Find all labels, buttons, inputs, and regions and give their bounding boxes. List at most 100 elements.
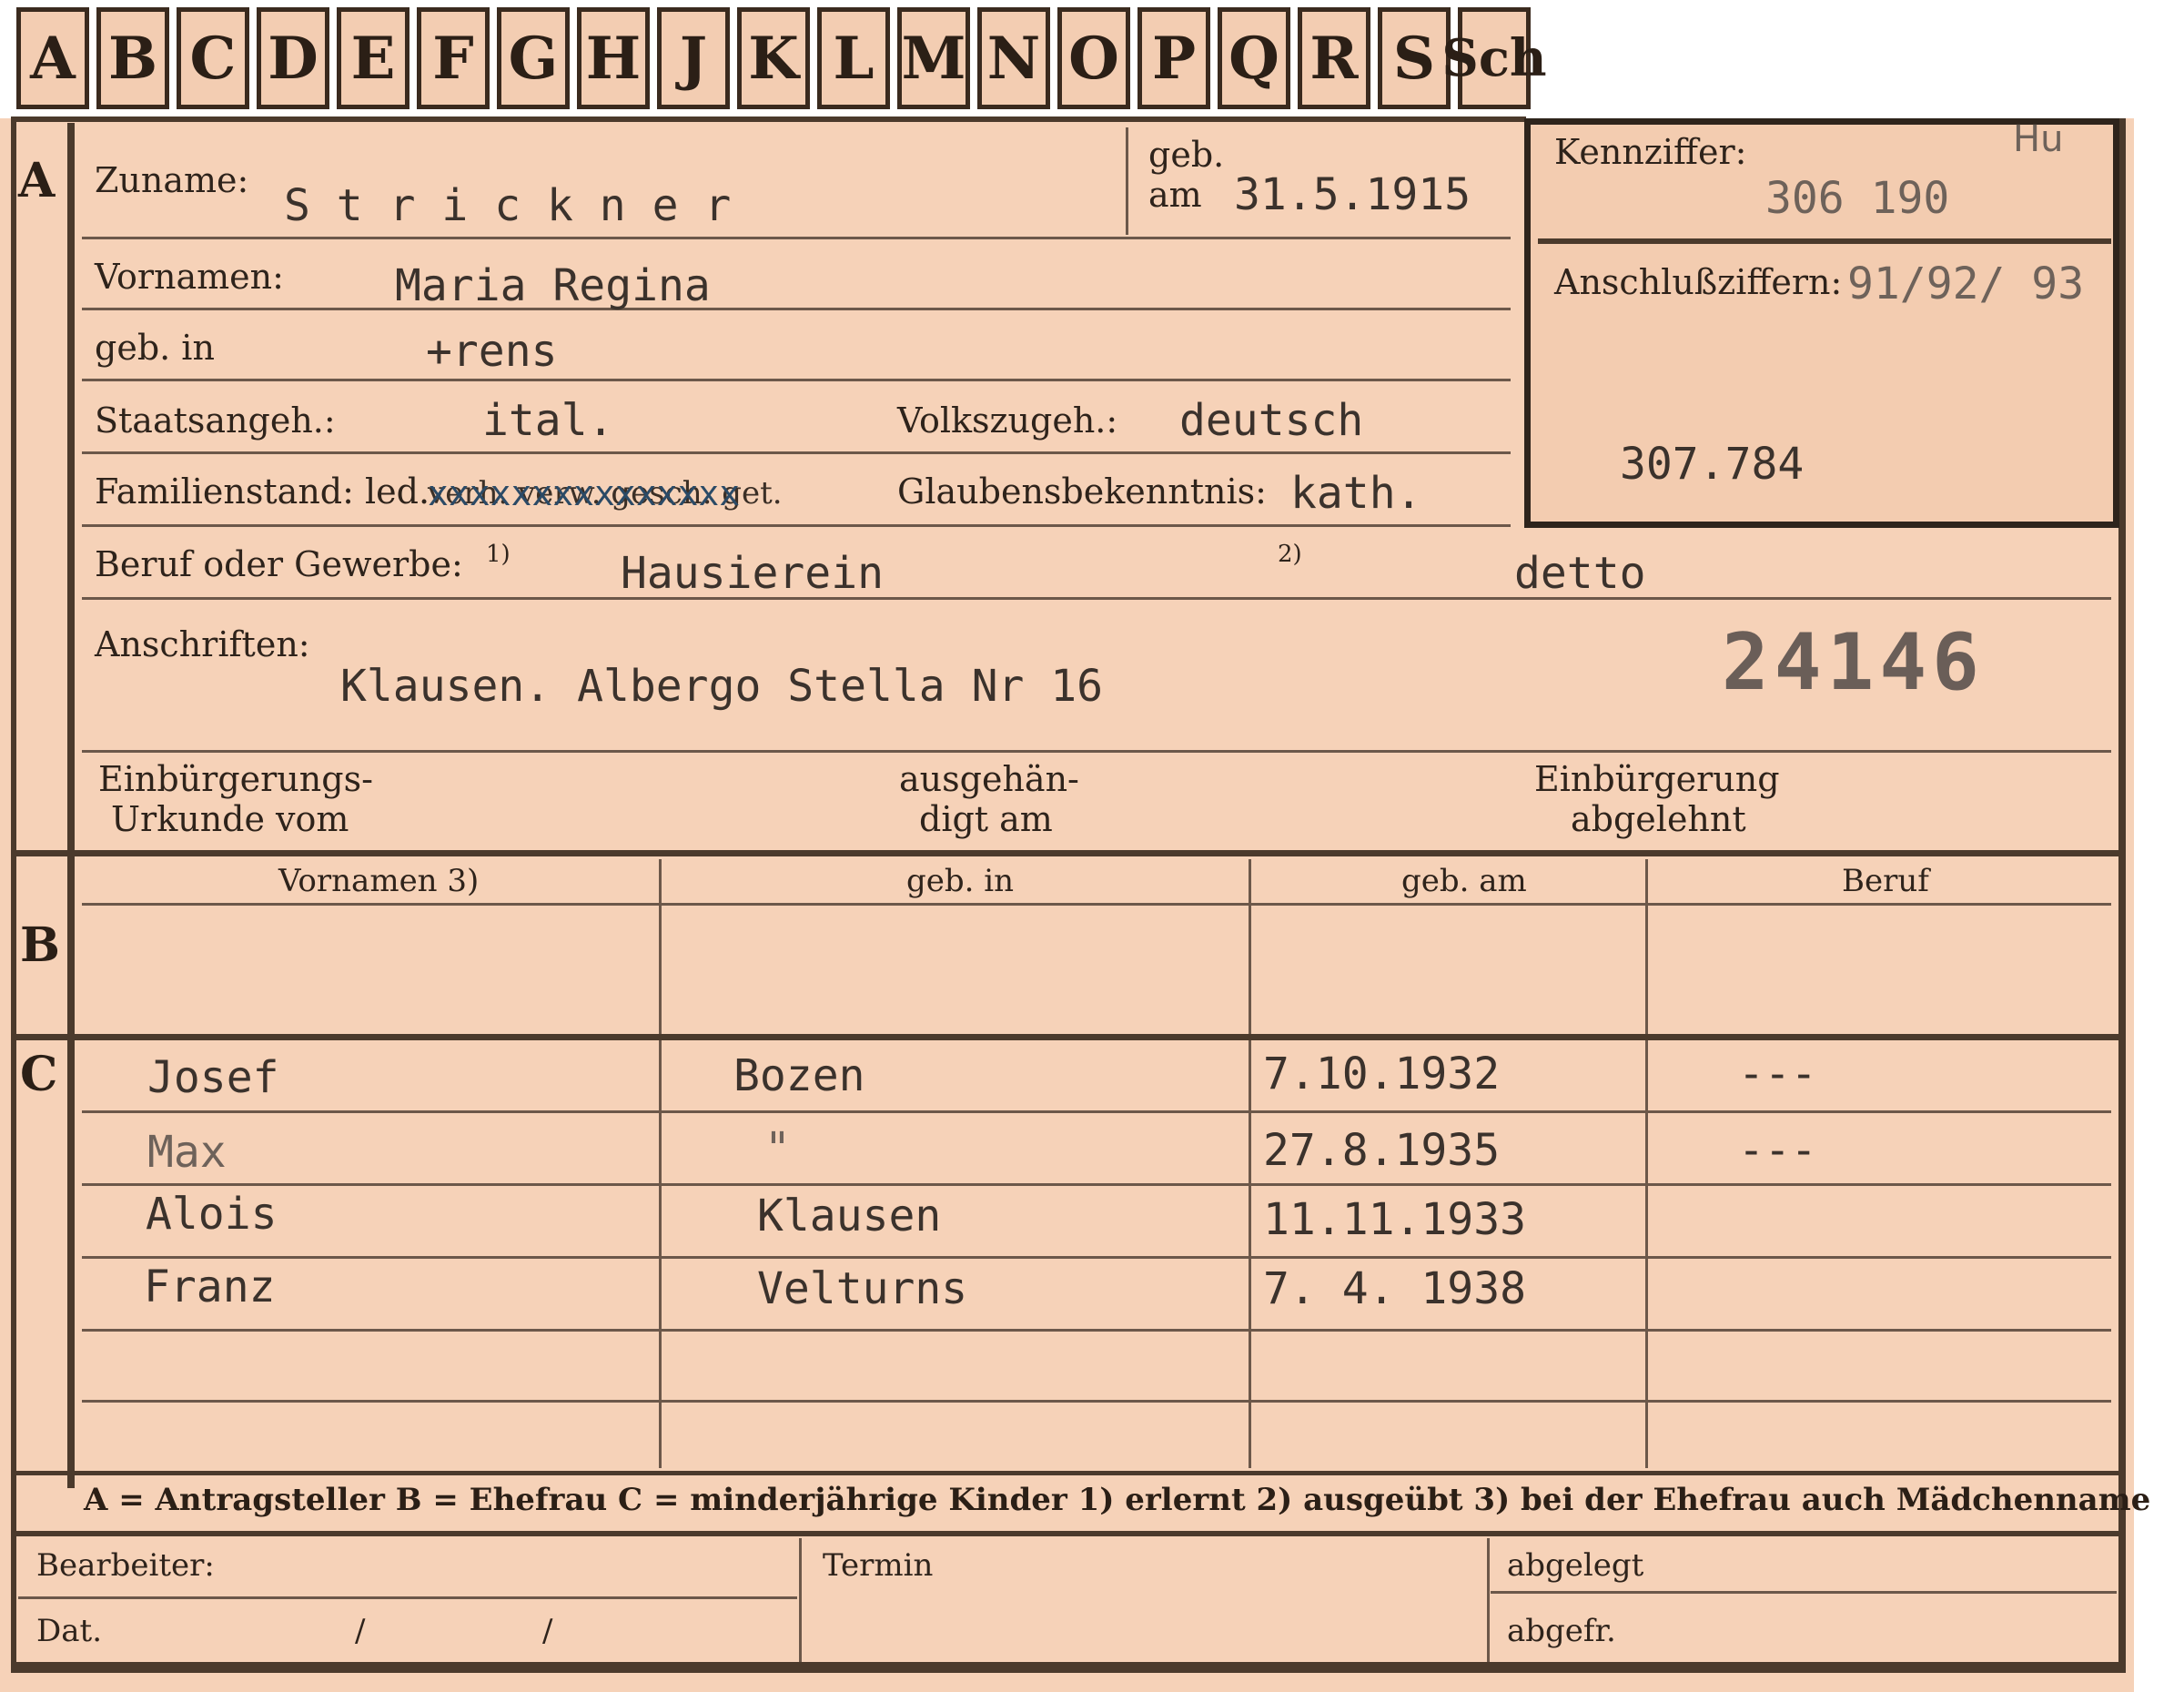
geb-in-label: geb. in bbox=[95, 328, 215, 368]
anschluss-label: Anschlußziffern: bbox=[1554, 262, 1843, 302]
section-a-letter: A bbox=[18, 153, 56, 208]
legend-top-line bbox=[11, 1471, 2126, 1475]
anschluss-value: 91/92/ 93 bbox=[1847, 258, 2085, 309]
left-border bbox=[11, 117, 16, 1673]
staatsangeh-label: Staatsangeh.: bbox=[95, 400, 336, 441]
stamp-number: 24146 bbox=[1722, 617, 1985, 708]
row-line bbox=[82, 524, 1511, 527]
child-geb-am: 7.10.1932 bbox=[1263, 1049, 1501, 1099]
kennziffer-value: 306 190 bbox=[1765, 173, 1950, 224]
beruf-value-1: Hausierein bbox=[621, 548, 884, 599]
alphabet-tabs: A B C D E F G H J K L M N O P Q R S Sch bbox=[16, 0, 1547, 118]
child-geb-am: 11.11.1933 bbox=[1263, 1194, 1526, 1245]
row-line bbox=[82, 308, 1511, 310]
legend-bottom-line bbox=[11, 1531, 2126, 1536]
tab-j[interactable]: J bbox=[657, 7, 730, 109]
beruf-note-1: 1) bbox=[486, 541, 511, 568]
einb-urkunde-line2: Urkunde vom bbox=[111, 799, 349, 839]
child-beruf: --- bbox=[1738, 1049, 1817, 1099]
row-line bbox=[82, 379, 1511, 381]
footer-divider bbox=[799, 1538, 802, 1662]
einb-abgelehnt-line2: abgelehnt bbox=[1571, 799, 1746, 839]
geb-in-value: +rens bbox=[426, 326, 558, 377]
row-line bbox=[82, 1400, 2111, 1403]
header-geb-am: geb. am bbox=[1401, 863, 1527, 899]
tab-g[interactable]: G bbox=[497, 7, 570, 109]
row-line bbox=[82, 451, 1511, 454]
tab-d[interactable]: D bbox=[257, 7, 329, 109]
anschriften-label: Anschriften: bbox=[95, 624, 310, 664]
row-line bbox=[82, 1183, 2111, 1186]
vornamen-label: Vornamen: bbox=[95, 257, 284, 297]
tab-p[interactable]: P bbox=[1138, 7, 1210, 109]
section-c-letter: C bbox=[20, 1047, 58, 1102]
col-divider bbox=[659, 1040, 662, 1468]
footer-line bbox=[18, 1596, 797, 1599]
glaubens-label: Glaubensbekenntnis: bbox=[897, 471, 1267, 512]
col-divider bbox=[1249, 1040, 1251, 1468]
zuname-value: S t r i c k n e r bbox=[284, 180, 732, 231]
child-geb-in: " bbox=[764, 1123, 791, 1174]
volkszugeh-value: deutsch bbox=[1179, 395, 1364, 446]
einb-abgelehnt-line1: Einbürgerung bbox=[1534, 759, 1780, 799]
child-geb-am: 27.8.1935 bbox=[1263, 1125, 1501, 1176]
tab-r[interactable]: R bbox=[1298, 7, 1370, 109]
col-divider bbox=[1249, 859, 1251, 1034]
section-a-b-divider bbox=[11, 850, 2126, 856]
header-geb-in: geb. in bbox=[906, 863, 1015, 899]
kennziffer-divider bbox=[1538, 238, 2111, 244]
col-divider bbox=[1645, 859, 1648, 1034]
beruf-note-2: 2) bbox=[1278, 541, 1302, 568]
dat-slash-2: / bbox=[542, 1613, 553, 1649]
vornamen-value: Maria Regina bbox=[395, 260, 711, 311]
geb-label: geb. bbox=[1148, 135, 1225, 175]
am-label: am bbox=[1148, 175, 1202, 215]
tab-k[interactable]: K bbox=[737, 7, 810, 109]
row-line bbox=[82, 1256, 2111, 1259]
tab-h[interactable]: H bbox=[577, 7, 650, 109]
header-beruf: Beruf bbox=[1842, 863, 1929, 899]
col-divider bbox=[1645, 1040, 1648, 1468]
tab-a[interactable]: A bbox=[16, 7, 89, 109]
legend: A = Antragsteller B = Ehefrau C = minder… bbox=[84, 1482, 2151, 1518]
tab-n[interactable]: N bbox=[977, 7, 1050, 109]
birth-date: 31.5.1915 bbox=[1234, 169, 1471, 220]
ausgeh-line2: digt am bbox=[919, 799, 1053, 839]
zuname-label: Zuname: bbox=[95, 160, 249, 200]
child-vorname: Alois bbox=[146, 1189, 278, 1240]
top-border bbox=[11, 117, 1526, 122]
row-line bbox=[82, 1110, 2111, 1113]
abgelegt-label: abgelegt bbox=[1507, 1547, 1644, 1584]
anschriften-value: Klausen. Albergo Stella Nr 16 bbox=[340, 661, 1104, 712]
tab-o[interactable]: O bbox=[1057, 7, 1130, 109]
footer-divider bbox=[1487, 1538, 1490, 1662]
row-line bbox=[82, 597, 2111, 600]
child-vorname: Franz bbox=[144, 1261, 276, 1312]
staatsangeh-value: ital. bbox=[482, 395, 614, 446]
tab-m[interactable]: M bbox=[897, 7, 970, 109]
child-geb-in: Bozen bbox=[733, 1050, 865, 1101]
tab-sch[interactable]: Sch bbox=[1441, 7, 1547, 109]
beruf-value-2: detto bbox=[1514, 548, 1646, 599]
child-beruf: --- bbox=[1738, 1125, 1817, 1176]
kennziffer-label: Kennziffer: bbox=[1554, 132, 1747, 172]
initials: Hu bbox=[2013, 118, 2064, 160]
footer-line bbox=[1491, 1591, 2117, 1594]
tab-c[interactable]: C bbox=[177, 7, 249, 109]
section-b-c-divider bbox=[11, 1034, 2126, 1040]
tab-s[interactable]: S bbox=[1378, 7, 1451, 109]
tab-l[interactable]: L bbox=[817, 7, 890, 109]
child-geb-in: Velturns bbox=[757, 1263, 968, 1314]
tab-b[interactable]: B bbox=[96, 7, 169, 109]
row-line bbox=[82, 750, 2111, 753]
volkszugeh-label: Volkszugeh.: bbox=[897, 400, 1118, 441]
termin-label: Termin bbox=[823, 1547, 934, 1584]
familienstand-label: Familienstand: led. bbox=[95, 471, 430, 512]
dat-label: Dat. bbox=[36, 1613, 103, 1649]
tab-q[interactable]: Q bbox=[1218, 7, 1290, 109]
familienstand-strikeout: xxxxxxxxxxxxxxx bbox=[428, 473, 741, 513]
abgefr-label: abgefr. bbox=[1507, 1613, 1616, 1649]
tab-e[interactable]: E bbox=[337, 7, 410, 109]
geb-divider bbox=[1126, 127, 1128, 235]
tab-f[interactable]: F bbox=[417, 7, 490, 109]
